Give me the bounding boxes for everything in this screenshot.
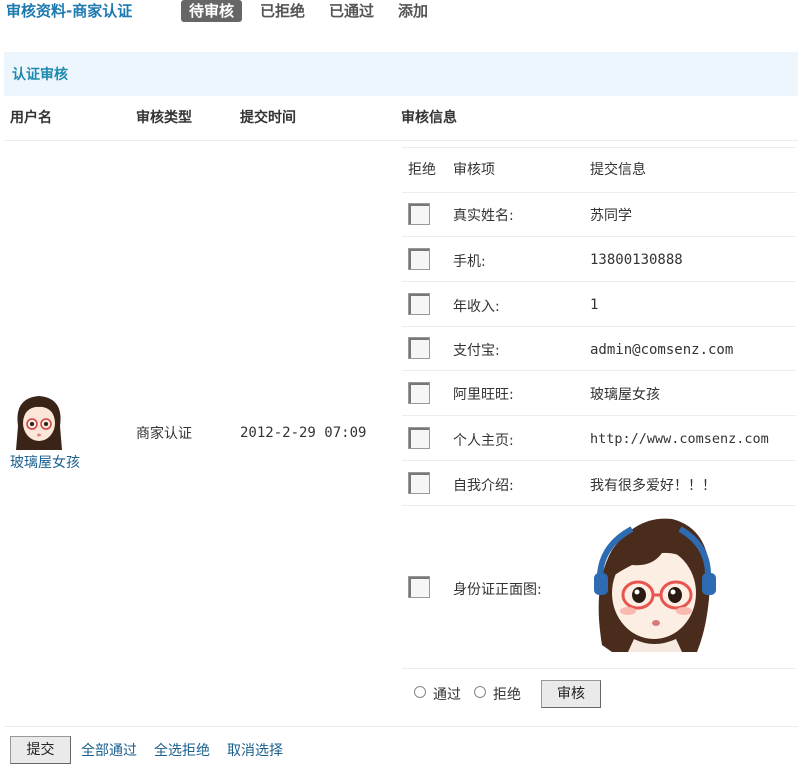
- item-label: 阿里旺旺:: [453, 387, 514, 403]
- tab-pending[interactable]: 待审核: [181, 0, 243, 22]
- divider: [402, 460, 796, 461]
- column-header-info: 审核信息: [401, 110, 457, 126]
- item-label: 身份证正面图:: [453, 582, 542, 598]
- item-label: 真实姓名:: [453, 208, 514, 224]
- divider: [402, 192, 796, 193]
- reject-checkbox-wangwang[interactable]: [408, 382, 430, 404]
- reject-checkbox-alipay[interactable]: [408, 337, 430, 359]
- divider: [402, 505, 796, 506]
- item-label: 手机:: [453, 254, 486, 270]
- reject-radio-label: 拒绝: [493, 687, 521, 703]
- item-label: 个人主页:: [453, 433, 514, 449]
- reject-checkbox-realname[interactable]: [408, 203, 430, 225]
- item-value: admin@comsenz.com: [590, 342, 734, 358]
- item-label: 年收入:: [453, 299, 500, 315]
- sub-header-reject: 拒绝: [408, 162, 436, 178]
- pass-radio-label: 通过: [433, 687, 461, 703]
- user-avatar: [12, 392, 66, 450]
- item-label: 自我介绍:: [453, 478, 514, 494]
- review-type: 商家认证: [136, 426, 192, 442]
- reject-checkbox-homepage[interactable]: [408, 427, 430, 449]
- top-bar: 审核资料-商家认证 待审核 已拒绝 已通过 添加: [0, 0, 798, 28]
- id-photo-image: [594, 518, 716, 652]
- page-title: 审核资料-商家认证: [6, 2, 133, 20]
- divider: [402, 668, 796, 669]
- tab-approved[interactable]: 已通过: [321, 0, 382, 22]
- column-header-type: 审核类型: [136, 110, 192, 126]
- item-value: 苏同学: [590, 208, 632, 224]
- reject-checkbox-intro[interactable]: [408, 472, 430, 494]
- username-link[interactable]: 玻璃屋女孩: [10, 452, 80, 472]
- pass-radio[interactable]: [414, 686, 426, 698]
- reject-checkbox-income[interactable]: [408, 293, 430, 315]
- submit-time: 2012-2-29 07:09: [240, 425, 367, 441]
- select-all-pass-link[interactable]: 全部通过: [81, 740, 137, 760]
- item-label: 支付宝:: [453, 343, 500, 359]
- column-header-username: 用户名: [10, 110, 52, 126]
- reject-checkbox-idphoto[interactable]: [408, 576, 430, 598]
- section-header: 认证审核: [4, 52, 798, 96]
- column-header-time: 提交时间: [240, 110, 296, 126]
- divider: [4, 726, 798, 727]
- divider: [402, 236, 796, 237]
- select-all-reject-link[interactable]: 全选拒绝: [154, 740, 210, 760]
- divider: [402, 415, 796, 416]
- item-value: 玻璃屋女孩: [590, 387, 660, 403]
- divider: [402, 147, 796, 148]
- item-value: http://www.comsenz.com: [590, 431, 769, 447]
- tab-add[interactable]: 添加: [390, 0, 436, 22]
- reject-checkbox-phone[interactable]: [408, 248, 430, 270]
- section-title: 认证审核: [12, 67, 68, 83]
- sub-header-value: 提交信息: [590, 162, 646, 178]
- reject-radio[interactable]: [474, 686, 486, 698]
- divider: [4, 140, 798, 141]
- divider: [402, 370, 796, 371]
- clear-selection-link[interactable]: 取消选择: [227, 740, 283, 760]
- submit-button[interactable]: 提交: [10, 736, 71, 764]
- sub-header-item: 审核项: [453, 162, 495, 178]
- divider: [402, 326, 796, 327]
- item-value: 1: [590, 297, 599, 313]
- tab-rejected[interactable]: 已拒绝: [252, 0, 313, 22]
- divider: [402, 281, 796, 282]
- item-value: 13800130888: [590, 252, 683, 268]
- item-value: 我有很多爱好！！！: [590, 478, 716, 494]
- review-button[interactable]: 审核: [541, 680, 601, 708]
